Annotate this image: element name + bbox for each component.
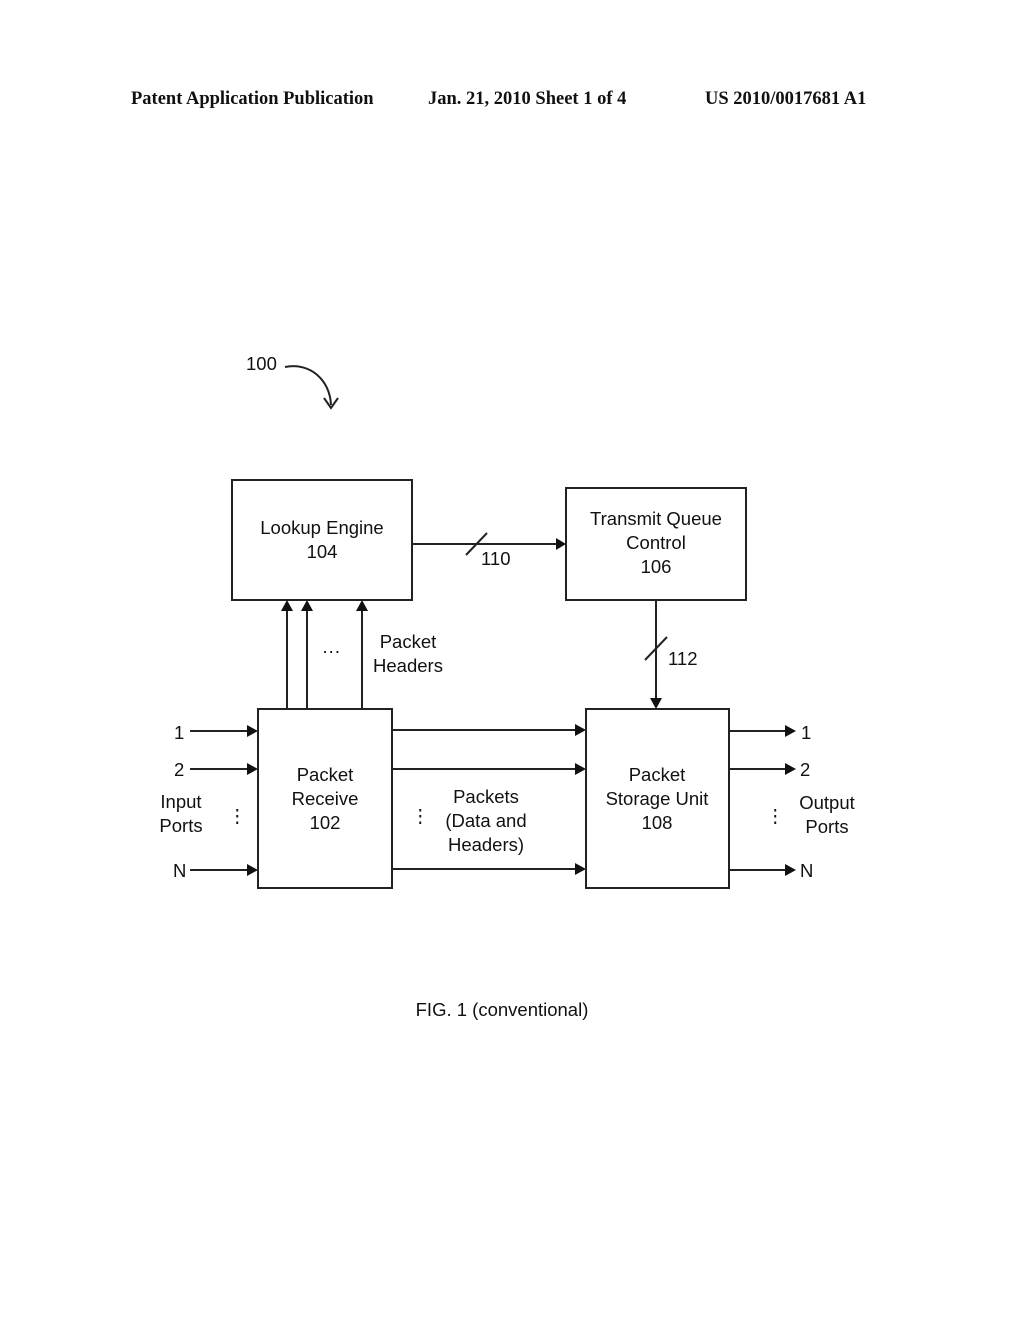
packet-storage-label-1: Packet: [629, 764, 686, 785]
header-arrows-ellipsis: ···: [322, 640, 340, 661]
output-port-2-arrowhead: [785, 763, 796, 775]
packet-receive-label-2: Receive: [292, 788, 359, 809]
input-port-2-arrowhead: [247, 763, 258, 775]
output-port-1-arrowhead: [785, 725, 796, 737]
output-port-1-label: 1: [801, 722, 811, 743]
lookup-engine-ref: 104: [307, 541, 338, 562]
input-ports-label-1: Input: [160, 791, 201, 812]
figure-diagram: 100 Lookup Engine 104 Transmit Queue Con…: [159, 353, 855, 1020]
bus-110-arrowhead: [556, 538, 566, 550]
transmit-queue-label-2: Control: [626, 532, 686, 553]
input-ports-label-2: Ports: [159, 815, 202, 836]
packet-headers-label-1: Packet: [380, 631, 437, 652]
output-ports-label-2: Ports: [805, 816, 848, 837]
bus-112-arrowhead: [650, 698, 662, 709]
lookup-engine-block: [231, 479, 413, 601]
input-ports-vdots: ⋮: [228, 805, 247, 826]
output-ports-label-1: Output: [799, 792, 855, 813]
figure-caption: FIG. 1 (conventional): [416, 999, 589, 1020]
output-ports-vdots: ⋮: [766, 805, 785, 826]
packet-storage-label-2: Storage Unit: [606, 788, 709, 809]
input-port-1-label: 1: [174, 722, 184, 743]
system-ref-label: 100: [246, 353, 277, 374]
bus-112-label: 112: [668, 648, 698, 669]
packets-label-3: Headers): [448, 834, 524, 855]
header-arrowhead-1: [281, 600, 293, 611]
packet-receive-ref: 102: [310, 812, 341, 833]
packet-path-2-arrowhead: [575, 763, 586, 775]
packet-path-1-arrowhead: [575, 724, 586, 736]
bus-110-label: 110: [481, 548, 511, 569]
packet-headers-label-2: Headers: [373, 655, 443, 676]
packet-storage-ref: 108: [642, 812, 673, 833]
transmit-queue-ref: 106: [641, 556, 672, 577]
output-port-n-label: N: [800, 860, 813, 881]
transmit-queue-label-1: Transmit Queue: [590, 508, 722, 529]
lookup-engine-label: Lookup Engine: [260, 517, 383, 538]
packets-label-2: (Data and: [445, 810, 526, 831]
input-port-n-label: N: [173, 860, 186, 881]
header-arrowhead-n: [356, 600, 368, 611]
output-port-2-label: 2: [800, 759, 810, 780]
packets-label-1: Packets: [453, 786, 519, 807]
input-port-1-arrowhead: [247, 725, 258, 737]
packet-receive-label-1: Packet: [297, 764, 354, 785]
header-arrowhead-2: [301, 600, 313, 611]
input-port-2-label: 2: [174, 759, 184, 780]
packet-path-n-arrowhead: [575, 863, 586, 875]
output-port-n-arrowhead: [785, 864, 796, 876]
input-port-n-arrowhead: [247, 864, 258, 876]
packet-paths-vdots: ⋮: [411, 805, 430, 826]
